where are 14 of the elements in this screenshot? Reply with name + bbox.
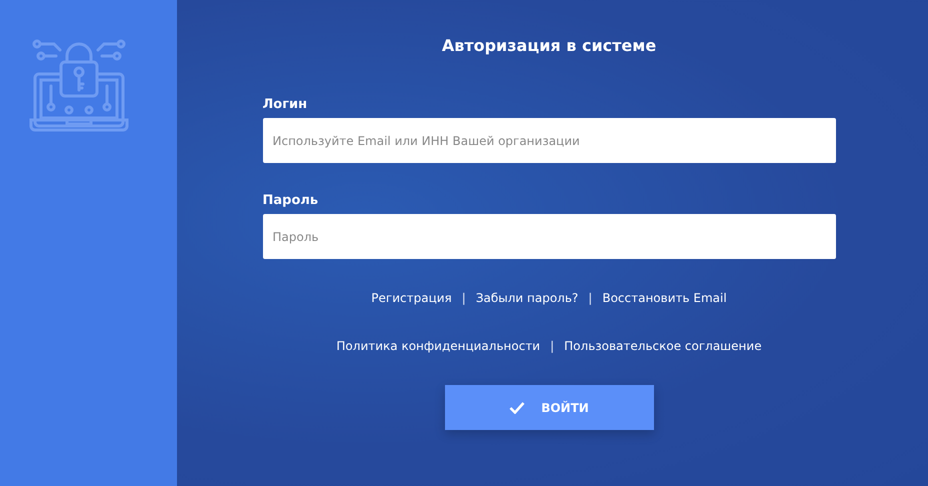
footer-link[interactable]: Пользовательское соглашение <box>564 339 762 353</box>
field-label: Логин <box>262 97 308 112</box>
separator: | <box>550 339 554 353</box>
footer-link[interactable]: Политика конфиденциальности <box>336 339 540 353</box>
separator: | <box>462 291 466 305</box>
check-icon <box>509 401 526 414</box>
field-label: Пароль <box>262 193 320 208</box>
footer-link[interactable]: Забыли пароль? <box>476 291 578 305</box>
footer-link[interactable]: Восстановить Email <box>602 291 727 305</box>
input-field[interactable]: Пароль <box>262 214 836 259</box>
form-title: Авторизация в системе <box>440 36 658 55</box>
footer-link[interactable]: Регистрация <box>371 291 452 305</box>
separator: | <box>588 291 592 305</box>
input-field[interactable]: Используйте Email или ИНН Вашей организации <box>262 118 836 163</box>
